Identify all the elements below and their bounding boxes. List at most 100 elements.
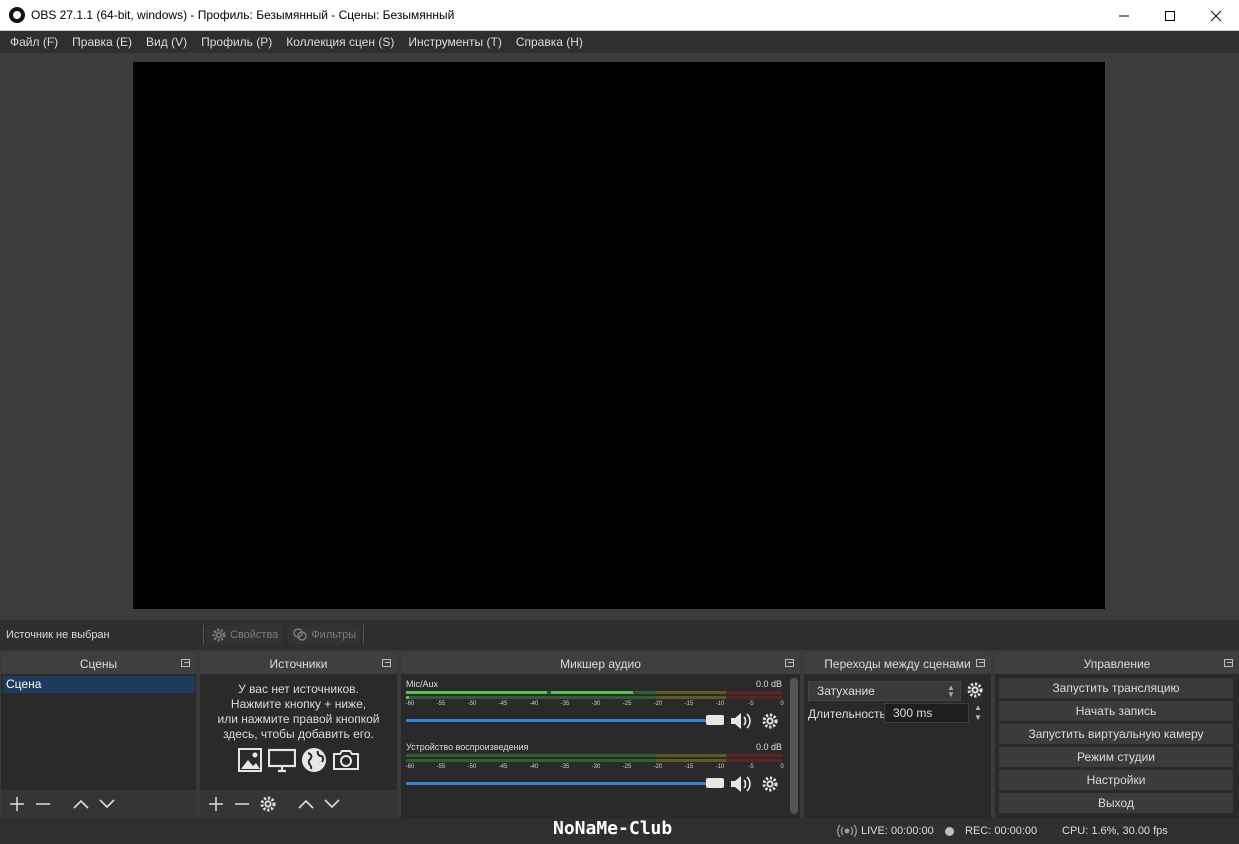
sources-list[interactable]: У вас нет источников. Нажмите кнопку + н…	[200, 674, 397, 790]
menu-tools[interactable]: Инструменты (T)	[401, 35, 508, 49]
monitor-icon	[268, 748, 296, 773]
gear-icon[interactable]	[761, 775, 779, 793]
chevron-down-icon	[99, 799, 115, 809]
meter-tick-label: -55	[436, 764, 446, 770]
mixer-channel: Mic/Aux 0.0 dB -60 -55 -50 -45 -40 -35 -30 -25-…	[405, 679, 784, 739]
meter-tick-label: -5	[748, 701, 754, 707]
mixer-body: Mic/Aux 0.0 dB -60 -55 -50 -45 -40 -35 -30 -25-…	[401, 674, 800, 818]
meter-tick-label: -40	[529, 764, 539, 770]
camera-icon	[333, 750, 359, 770]
rec-timer: REC: 00:00:00	[965, 825, 1038, 837]
mixer-scrollbar[interactable]	[790, 678, 798, 814]
slider-track	[406, 719, 716, 722]
remove-scene-button[interactable]	[32, 793, 54, 815]
transition-select[interactable]: Затухание ▲ ▼	[808, 681, 961, 701]
mixer-channel: Устройство воспроизведения 0.0 dB -60 -55…	[405, 742, 784, 802]
globe-icon	[302, 748, 326, 772]
volume-slider[interactable]	[406, 776, 724, 790]
speaker-icon[interactable]	[729, 711, 753, 731]
menu-bar: Файл (F) Правка (E) Вид (V) Профиль (P) …	[0, 31, 1239, 53]
menu-help[interactable]: Справка (H)	[509, 35, 590, 49]
cpu-fps: CPU: 1.6%, 30.00 fps	[1062, 825, 1168, 837]
move-scene-down-button[interactable]	[96, 793, 118, 815]
meter-tick-label: -35	[560, 764, 570, 770]
transitions-dock: Переходы между сценами Затухание ▲ ▼ Длит…	[804, 653, 991, 818]
meter-scale: -60 -55 -50 -45 -40 -35 -30 -25 -20 -15 -10 -5 0	[405, 701, 784, 711]
transitions-body: Затухание ▲ ▼ Длительность 300 ms ▲ ▼	[804, 674, 991, 818]
undock-icon[interactable]	[785, 659, 794, 667]
minimize-icon	[1119, 15, 1129, 16]
settings-button[interactable]: Настройки	[999, 770, 1233, 790]
start-recording-button[interactable]: Начать запись	[999, 701, 1233, 721]
volume-slider[interactable]	[406, 713, 724, 727]
source-toolbar: Источник не выбран Свойства Фильтры	[0, 620, 1239, 650]
menu-profile[interactable]: Профиль (P)	[194, 35, 279, 49]
meter-tick-label: -60	[405, 764, 415, 770]
controls-dock: Управление Запустить трансляцию Начать з…	[995, 653, 1239, 818]
undock-icon[interactable]	[181, 659, 190, 667]
menu-file[interactable]: Файл (F)	[3, 35, 65, 49]
close-icon	[1210, 10, 1222, 21]
duration-label: Длительность	[808, 707, 886, 721]
menu-scene-collection[interactable]: Коллекция сцен (S)	[279, 35, 401, 49]
move-source-down-button[interactable]	[321, 793, 343, 815]
meter-track-yellow	[656, 754, 726, 757]
meter-tick-label: -30	[591, 701, 601, 707]
meter-track-yellow-2	[656, 696, 726, 699]
record-dot-icon	[945, 827, 954, 836]
filters-button[interactable]: Фильтры	[288, 625, 361, 645]
sources-dock: Источники У вас нет источников. Нажмите …	[200, 653, 397, 818]
plus-icon	[10, 797, 24, 811]
menu-edit[interactable]: Правка (E)	[65, 35, 139, 49]
gear-icon[interactable]	[966, 681, 984, 699]
add-source-button[interactable]	[205, 793, 227, 815]
close-button[interactable]	[1193, 0, 1239, 31]
gear-icon	[212, 628, 226, 642]
scenes-dock-title: Сцены	[79, 656, 118, 671]
meter-tick-label: -25	[622, 764, 632, 770]
chevron-up-icon	[73, 799, 89, 809]
source-properties-button[interactable]	[257, 793, 279, 815]
toolbar-separator	[203, 625, 204, 645]
sources-footer	[200, 790, 397, 818]
select-arrows-icon: ▲ ▼	[947, 683, 955, 699]
gear-icon[interactable]	[761, 712, 779, 730]
meter-tick-label: -15	[684, 764, 694, 770]
studio-mode-button[interactable]: Режим студии	[999, 747, 1233, 767]
preview-canvas[interactable]	[133, 62, 1105, 609]
undock-icon[interactable]	[976, 659, 985, 667]
chevron-down-icon	[324, 799, 340, 809]
hint-line: или нажмите правой кнопкой	[217, 712, 380, 726]
duration-input[interactable]: 300 ms	[884, 703, 969, 723]
meter-tick-label: -10	[715, 701, 725, 707]
meter-tick-label: -60	[405, 701, 415, 707]
meter-tick-label: -5	[748, 764, 754, 770]
title-bar: OBS 27.1.1 (64-bit, windows) - Профиль: …	[0, 0, 1239, 31]
toolbar-separator	[363, 625, 365, 645]
add-scene-button[interactable]	[6, 793, 28, 815]
exit-button[interactable]: Выход	[999, 793, 1233, 813]
start-virtual-camera-button[interactable]: Запустить виртуальную камеру	[999, 724, 1233, 744]
move-scene-up-button[interactable]	[70, 793, 92, 815]
maximize-button[interactable]	[1147, 0, 1193, 31]
properties-button[interactable]: Свойства	[207, 625, 283, 645]
meter-tick-label: 0	[780, 701, 784, 707]
remove-source-button[interactable]	[231, 793, 253, 815]
slider-handle[interactable]	[706, 715, 724, 725]
meter-tick-label: -15	[684, 701, 694, 707]
minimize-button[interactable]	[1101, 0, 1147, 31]
hint-line: здесь, чтобы добавить его.	[223, 727, 374, 741]
start-streaming-button[interactable]: Запустить трансляцию	[999, 678, 1233, 698]
slider-handle[interactable]	[706, 778, 724, 788]
undock-icon[interactable]	[1224, 659, 1233, 667]
meter-tick-label: -45	[498, 701, 508, 707]
scene-list-item[interactable]: Сцена	[3, 676, 195, 693]
speaker-icon[interactable]	[729, 774, 753, 794]
move-source-up-button[interactable]	[295, 793, 317, 815]
menu-view[interactable]: Вид (V)	[139, 35, 194, 49]
meter-track-red-2	[726, 696, 782, 699]
undock-icon[interactable]	[382, 659, 391, 667]
scenes-footer	[1, 790, 196, 818]
duration-spinner[interactable]: ▲ ▼	[971, 703, 985, 723]
scenes-dock: Сцены Сцена	[1, 653, 196, 818]
